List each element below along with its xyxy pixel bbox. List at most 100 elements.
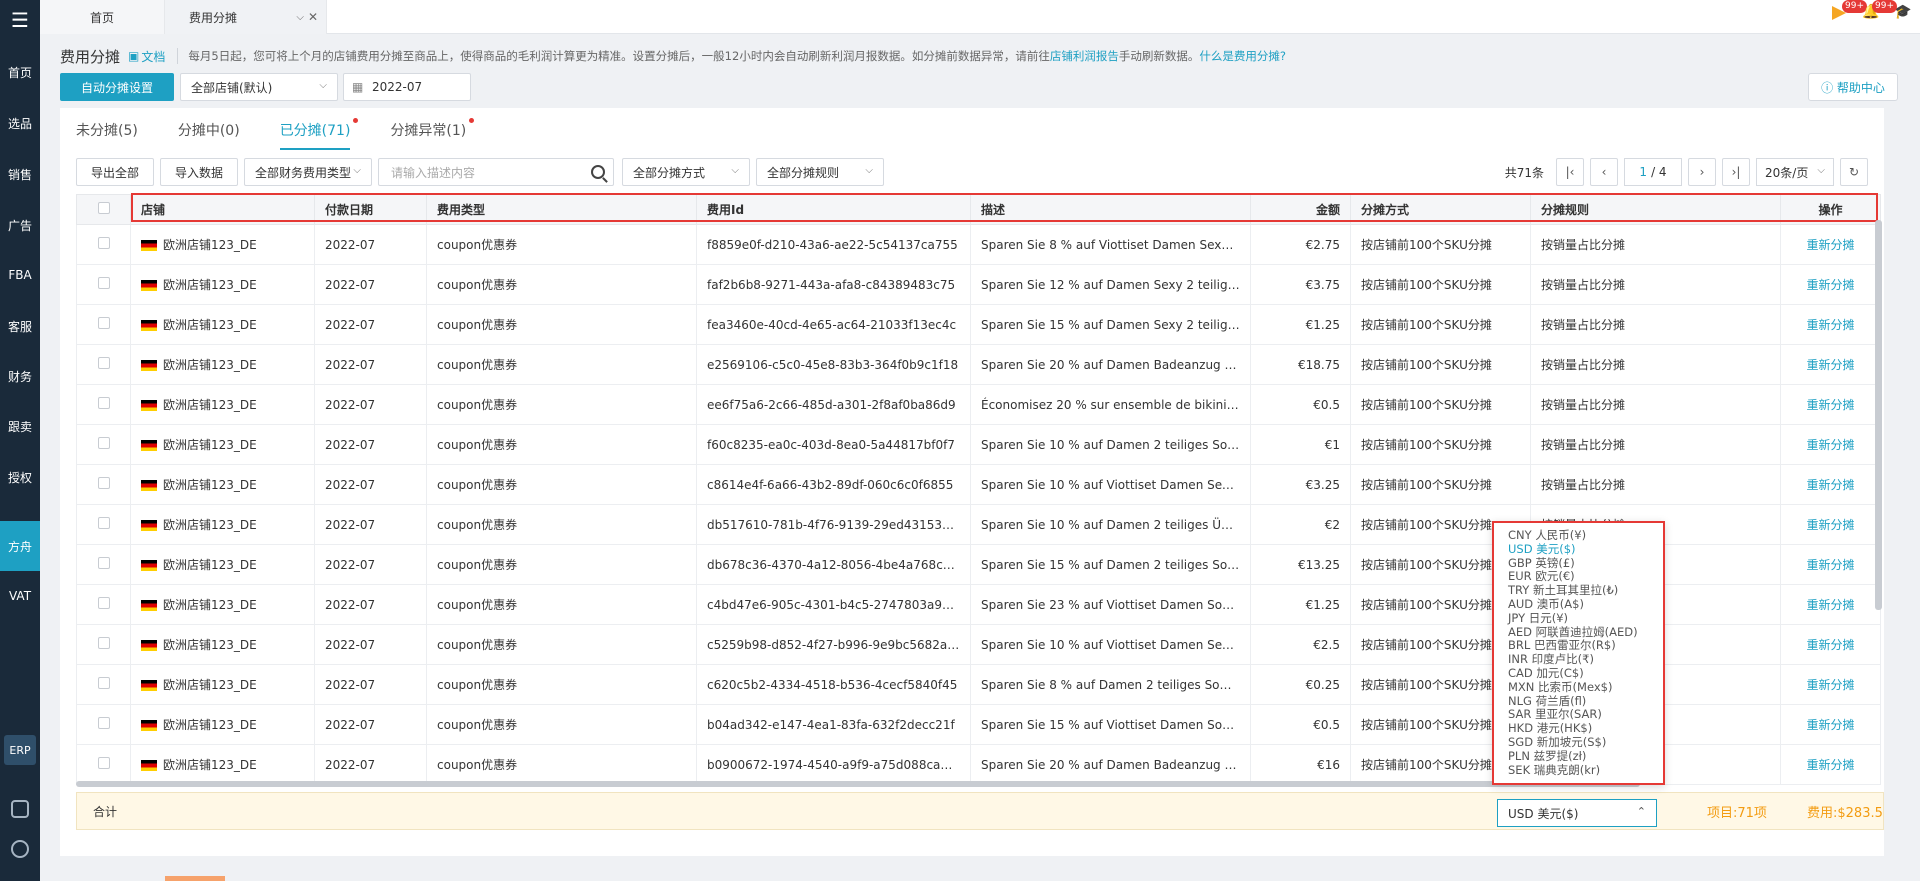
fee-type-select[interactable]: 全部财务费用类型 ⌵ [244, 158, 372, 186]
row-checkbox[interactable] [76, 624, 131, 665]
currency-option[interactable]: SGD 新加坡元(S$) [1508, 735, 1649, 750]
currency-option[interactable]: CNY 人民币(¥) [1508, 528, 1649, 543]
row-checkbox[interactable] [76, 304, 131, 345]
currency-option[interactable]: NLG 荷兰盾(fl) [1508, 694, 1649, 709]
col-fee-id[interactable]: 费用Id [696, 194, 971, 225]
col-pay-date[interactable]: 付款日期 [314, 194, 427, 225]
sidebar-item-3[interactable]: 广告 [0, 205, 40, 245]
rule-select[interactable]: 全部分摊规则 ⌵ [756, 158, 884, 186]
sidebar-item-1[interactable]: 选品 [0, 103, 40, 143]
currency-option[interactable]: HKD 港元(HK$) [1508, 721, 1649, 736]
tab-unallocated[interactable]: 未分摊(5) [76, 120, 138, 150]
col-method[interactable]: 分摊方式 [1350, 194, 1531, 225]
horizontal-scrollbar[interactable] [76, 781, 1640, 787]
currency-option[interactable]: SEK 瑞典克朗(kr) [1508, 763, 1649, 778]
col-rule[interactable]: 分摊规则 [1530, 194, 1781, 225]
first-page-icon[interactable]: |‹ [1556, 158, 1584, 186]
currency-option[interactable]: INR 印度卢比(₹) [1508, 652, 1649, 667]
currency-option[interactable]: PLN 兹罗提(zł) [1508, 749, 1649, 764]
reallocate-link[interactable]: 重新分摊 [1780, 584, 1881, 625]
profit-report-link[interactable]: 店铺利润报告 [1050, 49, 1119, 63]
row-checkbox[interactable] [76, 264, 131, 305]
tab-allocation-error[interactable]: 分摊异常(1) [390, 118, 475, 150]
currency-option[interactable]: BRL 巴西雷亚尔(R$) [1508, 639, 1649, 653]
row-checkbox[interactable] [76, 664, 131, 705]
next-page-icon[interactable]: › [1688, 158, 1716, 186]
currency-option[interactable]: USD 美元($) [1508, 542, 1649, 557]
currency-option[interactable]: MXN 比索币(Mex$) [1508, 680, 1649, 695]
select-all-checkbox[interactable] [76, 194, 131, 225]
row-checkbox[interactable] [76, 344, 131, 385]
sidebar-item-0[interactable]: 首页 [0, 52, 40, 92]
reallocate-link[interactable]: 重新分摊 [1780, 704, 1881, 745]
tab-allocated[interactable]: 已分摊(71) [279, 118, 359, 150]
sidebar-item-10[interactable]: VAT [0, 576, 40, 616]
store-icon[interactable] [11, 800, 29, 818]
close-icon[interactable]: ✕ [308, 10, 318, 24]
sidebar-item-5[interactable]: 客服 [0, 306, 40, 346]
prev-page-icon[interactable]: ‹ [1590, 158, 1618, 186]
what-is-link[interactable]: 什么是费用分摊? [1199, 49, 1286, 63]
row-checkbox[interactable] [76, 464, 131, 505]
page-input[interactable]: 1/ 4 [1624, 158, 1682, 186]
tab-home[interactable]: 首页 [40, 0, 165, 34]
reallocate-link[interactable]: 重新分摊 [1780, 624, 1881, 665]
export-all-button[interactable]: 导出全部 [76, 158, 154, 186]
reallocate-link[interactable]: 重新分摊 [1780, 464, 1881, 505]
sidebar-item-2[interactable]: 销售 [0, 154, 40, 194]
col-amount[interactable]: 金额 [1250, 194, 1351, 225]
row-checkbox[interactable] [76, 704, 131, 745]
row-checkbox[interactable] [76, 384, 131, 425]
doc-link[interactable]: ▣ 文档 [128, 48, 165, 65]
reallocate-link[interactable]: 重新分摊 [1780, 544, 1881, 585]
currency-option[interactable]: CAD 加元(C$) [1508, 666, 1649, 681]
reallocate-link[interactable]: 重新分摊 [1780, 384, 1881, 425]
col-fee-type[interactable]: 费用类型 [426, 194, 697, 225]
flag-icon[interactable]: 99+ [1832, 0, 1867, 20]
row-checkbox[interactable] [76, 544, 131, 585]
row-checkbox[interactable] [76, 584, 131, 625]
vertical-scrollbar[interactable] [1875, 220, 1882, 610]
help-center-button[interactable]: ⓘ 帮助中心 [1808, 73, 1898, 101]
reallocate-link[interactable]: 重新分摊 [1780, 744, 1881, 785]
row-checkbox[interactable] [76, 224, 131, 265]
currency-option[interactable]: EUR 欧元(€) [1508, 570, 1649, 584]
currency-option[interactable]: GBP 英镑(£) [1508, 556, 1649, 571]
logo-icon[interactable]: ☰ [4, 8, 36, 40]
reallocate-link[interactable]: 重新分摊 [1780, 424, 1881, 465]
row-checkbox[interactable] [76, 424, 131, 465]
sidebar-item-9[interactable]: 方舟 [0, 521, 40, 571]
reallocate-link[interactable]: 重新分摊 [1780, 304, 1881, 345]
store-select[interactable]: 全部店铺(默认) ⌵ [180, 73, 338, 101]
row-checkbox[interactable] [76, 504, 131, 545]
reallocate-link[interactable]: 重新分摊 [1780, 344, 1881, 385]
reallocate-link[interactable]: 重新分摊 [1780, 664, 1881, 705]
currency-option[interactable]: TRY 新土耳其里拉(₺) [1508, 583, 1649, 598]
row-checkbox[interactable] [76, 744, 131, 785]
user-icon[interactable] [11, 840, 29, 858]
currency-option[interactable]: AUD 澳币(A$) [1508, 597, 1649, 612]
search-input[interactable]: 请输入描述内容 [378, 158, 614, 186]
bell-icon[interactable]: 🔔 99+ [1862, 0, 1897, 20]
last-page-icon[interactable]: ›| [1722, 158, 1750, 186]
sidebar-item-6[interactable]: 财务 [0, 356, 40, 396]
currency-select[interactable]: USD 美元($) ⌃ [1497, 799, 1657, 827]
sidebar-item-4[interactable]: FBA [0, 255, 40, 295]
reallocate-link[interactable]: 重新分摊 [1780, 504, 1881, 545]
currency-option[interactable]: AED 阿联酋迪拉姆(AED) [1508, 625, 1649, 640]
chevron-down-icon[interactable]: ⌵ [296, 12, 304, 23]
method-select[interactable]: 全部分摊方式 ⌵ [622, 158, 750, 186]
col-description[interactable]: 描述 [970, 194, 1251, 225]
col-store[interactable]: 店铺 [130, 194, 315, 225]
search-icon[interactable] [591, 165, 605, 179]
sidebar-item-7[interactable]: 跟卖 [0, 406, 40, 446]
auto-allocate-button[interactable]: 自动分摊设置 [60, 73, 174, 101]
reallocate-link[interactable]: 重新分摊 [1780, 264, 1881, 305]
tab-fee-allocation[interactable]: 费用分摊 ⌵ ✕ [165, 0, 327, 34]
page-size-select[interactable]: 20条/页 ⌵ [1756, 158, 1834, 186]
currency-option[interactable]: JPY 日元(¥) [1508, 611, 1649, 626]
refresh-icon[interactable]: ↻ [1840, 158, 1868, 186]
sidebar-item-8[interactable]: 授权 [0, 457, 40, 497]
currency-option[interactable]: SAR 里亚尔(SAR) [1508, 708, 1649, 722]
reallocate-link[interactable]: 重新分摊 [1780, 224, 1881, 265]
